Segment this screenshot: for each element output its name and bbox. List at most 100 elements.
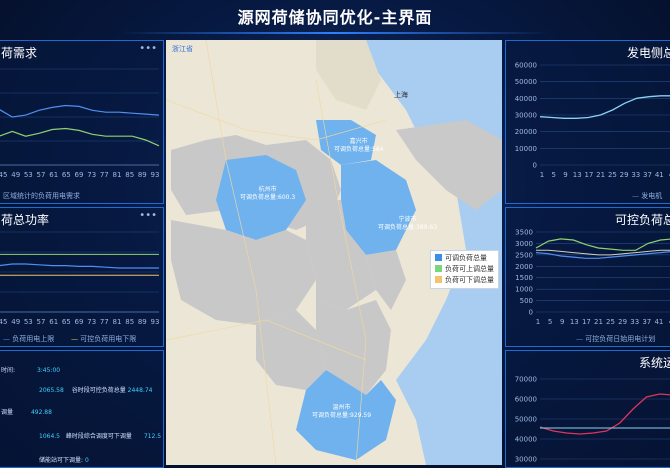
panel-load-power: 荷总功率 ••• 45495357616569737781858993 — 负荷… bbox=[0, 207, 164, 347]
y-tick-label: 70000 bbox=[515, 376, 537, 384]
title-underline bbox=[120, 32, 550, 34]
x-tick-label: 57 bbox=[37, 171, 46, 179]
map-view[interactable]: 浙江省 上海 嘉兴市 可调负荷总量:564 杭州市 可调负荷总量:600.3 宁… bbox=[166, 40, 502, 465]
x-tick-label: 45 bbox=[0, 318, 7, 326]
x-tick-label: 77 bbox=[100, 171, 109, 179]
x-tick-label: 1 bbox=[536, 318, 540, 326]
x-tick-label: 21 bbox=[596, 171, 605, 179]
y-tick-label: 3000 bbox=[515, 240, 533, 248]
city-label-hangzhou: 杭州市 可调负荷总量:600.3 bbox=[240, 186, 296, 201]
city-label-jiaxing: 嘉兴市 可调负荷总量:564 bbox=[334, 138, 384, 153]
x-tick-label: 13 bbox=[570, 318, 579, 326]
x-tick-label: 85 bbox=[125, 171, 134, 179]
y-tick-label: 60000 bbox=[515, 396, 537, 404]
x-tick-label: 13 bbox=[573, 171, 582, 179]
y-tick-label: 0 bbox=[533, 162, 537, 170]
info-time: 时间: 3:45:00 bbox=[1, 367, 61, 374]
sys-run-chart: 70000 60000 50000 40000 30000 bbox=[515, 376, 670, 464]
x-tick-label: 93 bbox=[151, 171, 160, 179]
y-tick-label: 10000 bbox=[515, 145, 537, 153]
y-tick-label: 2000 bbox=[515, 263, 533, 271]
x-tick-label: 17 bbox=[584, 171, 593, 179]
x-tick-label: 5 bbox=[551, 171, 555, 179]
x-tick-label: 1 bbox=[540, 171, 544, 179]
chart-legend: 区域统计的负荷用电需求 bbox=[3, 192, 80, 200]
gen-side-chart: 6000050000400003000020000100000 1 5 9 13 17 2… bbox=[515, 62, 670, 179]
ctrl-load-chart: 3500 3000 2500 2000 1500 1000 500 0 1 5 9 13 17 21 25… bbox=[515, 229, 670, 326]
chart-legend: — 可控负荷日始用电计划 bbox=[576, 335, 656, 343]
city-label-ningbo: 宁波市 可调负荷总量:389.63 bbox=[378, 216, 438, 231]
city-label-wenzhou: 温州市 可调负荷总量:929.59 bbox=[312, 404, 372, 419]
x-tick-label: 45 bbox=[0, 171, 7, 179]
load-power-chart: 45 49 53 5761 65 6973 77 8185 89 93 bbox=[0, 231, 160, 326]
x-tick-label: 61 bbox=[49, 171, 58, 179]
load-demand-chart: 45 49 53 5761 65 6973 77 8185 89 93 bbox=[0, 68, 160, 179]
x-tick-label: 81 bbox=[113, 318, 122, 326]
x-tick-label: 81 bbox=[113, 171, 122, 179]
y-tick-label: 1000 bbox=[515, 286, 533, 294]
info-valley: 2065.58 谷时段可控负荷总量 2448.74 bbox=[39, 387, 153, 394]
demand-line-1 bbox=[0, 104, 160, 118]
x-tick-label: 65 bbox=[62, 318, 71, 326]
x-tick-label: 69 bbox=[75, 171, 84, 179]
y-tick-label: 1500 bbox=[515, 274, 533, 282]
y-tick-label: 40000 bbox=[515, 95, 537, 103]
x-tick-label: 41 bbox=[655, 171, 664, 179]
x-tick-label: 57 bbox=[37, 318, 46, 326]
x-tick-label: 65 bbox=[62, 171, 71, 179]
panel-load-demand: 荷需求 ••• 45495357616569737781858993 区域统计的… bbox=[0, 40, 164, 204]
x-tick-label: 73 bbox=[87, 171, 96, 179]
y-tick-label: 40000 bbox=[515, 436, 537, 444]
x-tick-label: 93 bbox=[151, 318, 160, 326]
x-tick-label: 29 bbox=[618, 318, 627, 326]
ctrl-line-3 bbox=[536, 249, 670, 256]
x-tick-label: 73 bbox=[87, 318, 96, 326]
legend-item-up[interactable]: 负荷可上调总量 bbox=[435, 264, 494, 275]
x-tick-label: 33 bbox=[630, 318, 639, 326]
legend-lower: — 可控负荷用电下限 bbox=[71, 335, 137, 343]
x-tick-label: 49 bbox=[11, 171, 20, 179]
x-tick-label: 9 bbox=[563, 171, 567, 179]
x-tick-label: 5 bbox=[548, 318, 552, 326]
x-tick-label: 33 bbox=[631, 171, 640, 179]
x-tick-label: 29 bbox=[620, 171, 629, 179]
province-label: 浙江省 bbox=[172, 45, 193, 53]
legend-upper: — 负荷用电上限 bbox=[3, 335, 55, 343]
x-tick-label: 69 bbox=[75, 318, 84, 326]
y-tick-label: 500 bbox=[520, 297, 533, 305]
x-tick-label: 17 bbox=[582, 318, 591, 326]
x-tick-label: 49 bbox=[11, 318, 20, 326]
x-tick-label: 53 bbox=[24, 171, 33, 179]
legend-item-down[interactable]: 负荷可下调总量 bbox=[435, 275, 494, 286]
x-tick-label: 89 bbox=[138, 171, 147, 179]
y-tick-label: 3500 bbox=[515, 229, 533, 237]
x-tick-label: 21 bbox=[594, 318, 603, 326]
x-tick-label: 61 bbox=[49, 318, 58, 326]
info-peak: 1064.5 峰时段综合调度可下调量 712.5 bbox=[39, 433, 162, 440]
y-tick-label: 30000 bbox=[515, 112, 537, 120]
x-tick-label: 77 bbox=[100, 318, 109, 326]
info-adjust: 调量 492.88 bbox=[1, 409, 52, 416]
x-tick-label: 89 bbox=[138, 318, 147, 326]
panel-sys-run: 系统运 7000060000500004000030000 bbox=[505, 350, 670, 468]
y-tick-label: 0 bbox=[529, 309, 533, 317]
x-tick-label: 37 bbox=[642, 318, 651, 326]
ctrl-line-1 bbox=[535, 238, 670, 251]
panel-info: 时间: 3:45:00 2065.58 谷时段可控负荷总量 2448.74 调量… bbox=[0, 350, 164, 468]
map-legend: 可调负荷总量 负荷可上调总量 负荷可下调总量 bbox=[430, 250, 499, 289]
x-tick-label: 37 bbox=[643, 171, 652, 179]
x-tick-label: 25 bbox=[606, 318, 615, 326]
y-tick-label: 50000 bbox=[515, 78, 537, 86]
panel-gen-side: 发电侧总 6000050000400003000020000100000 159… bbox=[505, 40, 670, 204]
x-tick-label: 53 bbox=[24, 318, 33, 326]
y-tick-label: 50000 bbox=[515, 416, 537, 424]
x-tick-label: 85 bbox=[125, 318, 134, 326]
legend-item-total[interactable]: 可调负荷总量 bbox=[435, 253, 494, 264]
demand-line-2 bbox=[0, 127, 160, 147]
x-tick-label: 25 bbox=[608, 171, 617, 179]
y-tick-label: 30000 bbox=[515, 456, 537, 464]
chart-legend: — 发电机 bbox=[632, 192, 663, 200]
shanghai-label: 上海 bbox=[394, 91, 408, 99]
x-tick-label: 41 bbox=[654, 318, 663, 326]
panel-ctrl-load: 可控负荷总 3500 3000 2500 2000 1500 1000 500 0 1 5 9 13… bbox=[505, 207, 670, 347]
